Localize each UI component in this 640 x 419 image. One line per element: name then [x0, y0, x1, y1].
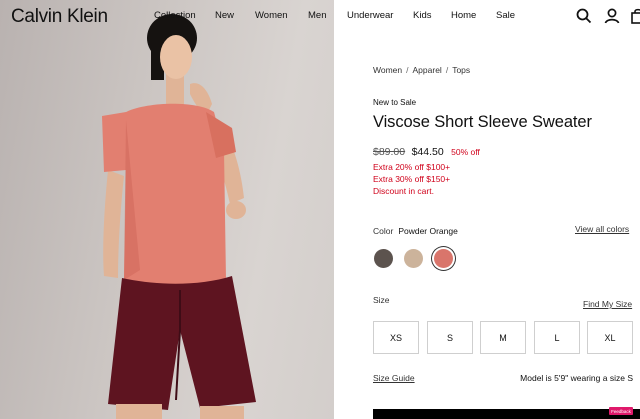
size-guide-link[interactable]: Size Guide: [373, 373, 415, 383]
bag-icon[interactable]: [630, 7, 640, 25]
nav-item-new[interactable]: New: [215, 10, 234, 21]
promo-line: Extra 20% off $100+: [373, 162, 451, 172]
color-swatch-oatmeal[interactable]: [404, 249, 423, 268]
nav-item-men[interactable]: Men: [308, 10, 326, 21]
color-label: Color: [373, 226, 394, 236]
nav-item-kids[interactable]: Kids: [413, 10, 431, 21]
color-swatch-heather-brown[interactable]: [374, 249, 393, 268]
color-selection-label: Color Powder Orange: [373, 226, 458, 236]
nav-item-women[interactable]: Women: [255, 10, 288, 21]
nav-item-collection[interactable]: Collection: [154, 10, 196, 21]
model-size-info: Model is 5'9" wearing a size S: [520, 373, 633, 383]
product-image[interactable]: [0, 0, 334, 419]
size-option-xs[interactable]: XS: [373, 321, 419, 354]
breadcrumb-separator: /: [406, 65, 409, 75]
current-price: $44.50: [411, 146, 444, 158]
breadcrumb: Women / Apparel / Tops: [373, 65, 470, 75]
site-header: Calvin Klein Collection New Women Men Un…: [0, 0, 640, 32]
find-my-size-link[interactable]: Find My Size: [583, 299, 632, 309]
model-photo-illustration: [102, 14, 256, 419]
breadcrumb-apparel[interactable]: Apparel: [413, 65, 442, 75]
product-title: Viscose Short Sleeve Sweater: [373, 113, 592, 131]
nav-item-home[interactable]: Home: [451, 10, 476, 21]
view-all-colors-link[interactable]: View all colors: [575, 224, 629, 234]
discount-label: 50% off: [451, 147, 480, 157]
nav-item-underwear[interactable]: Underwear: [347, 10, 393, 21]
main-nav: Collection New Women Men Underwear Kids …: [0, 10, 640, 24]
size-option-m[interactable]: M: [480, 321, 526, 354]
promo-line: Discount in cart.: [373, 186, 434, 196]
color-swatch-powder-orange[interactable]: [434, 249, 453, 268]
sale-badge: New to Sale: [373, 98, 417, 107]
size-option-s[interactable]: S: [427, 321, 473, 354]
add-to-bag-button[interactable]: [373, 409, 640, 419]
price-row: $89.00 $44.50 50% off: [373, 142, 480, 160]
breadcrumb-separator: /: [445, 65, 449, 75]
breadcrumb-women[interactable]: Women: [373, 65, 402, 75]
feedback-tab[interactable]: Feedback: [609, 407, 633, 415]
selected-color-name: Powder Orange: [398, 226, 458, 236]
search-icon[interactable]: [575, 7, 593, 25]
size-label: Size: [373, 295, 390, 305]
size-option-xl[interactable]: XL: [587, 321, 633, 354]
nav-item-sale[interactable]: Sale: [496, 10, 515, 21]
breadcrumb-tops[interactable]: Tops: [452, 65, 470, 75]
original-price: $89.00: [373, 146, 406, 158]
account-icon[interactable]: [603, 7, 621, 25]
size-option-l[interactable]: L: [534, 321, 580, 354]
promo-line: Extra 30% off $150+: [373, 174, 451, 184]
product-details-panel: Women / Apparel / Tops New to Sale Viscose S…: [334, 0, 640, 419]
